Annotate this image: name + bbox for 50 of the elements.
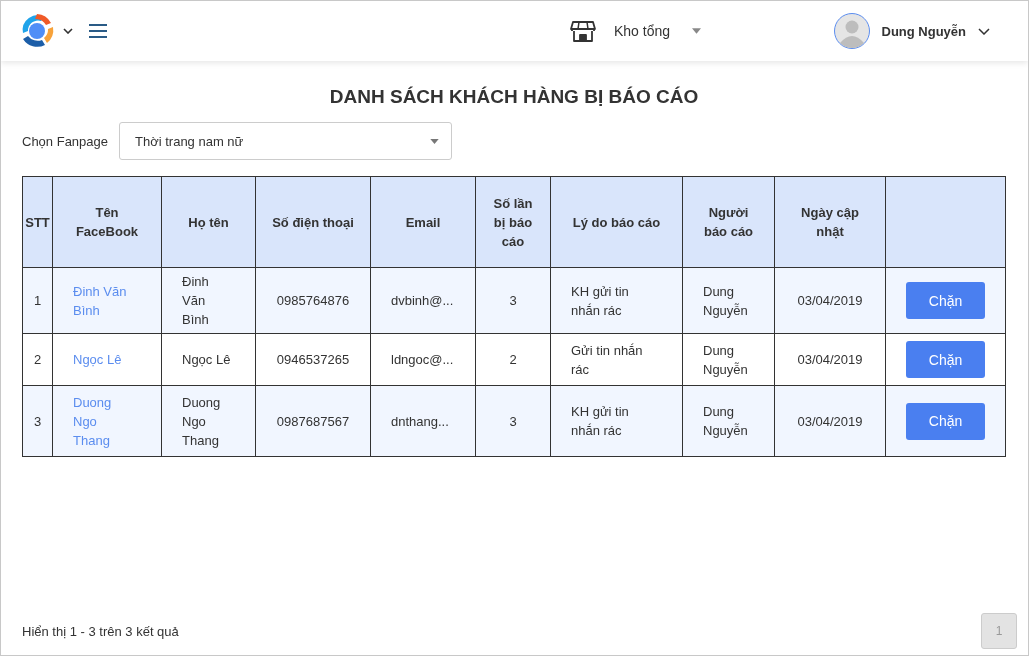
full-name: Đinh Văn Bình bbox=[182, 273, 210, 329]
full-name: Duong Ngo Thang bbox=[182, 393, 222, 450]
column-header: Người báo cáo bbox=[682, 176, 775, 268]
report-count: 3 bbox=[508, 292, 518, 310]
full-name: Ngọc Lê bbox=[182, 351, 231, 369]
updated-date: 03/04/2019 bbox=[796, 412, 864, 431]
column-header: Email bbox=[370, 176, 476, 268]
row-number: 2 bbox=[32, 351, 43, 369]
dropdown-caret-icon[interactable] bbox=[692, 28, 702, 34]
store-icon bbox=[570, 20, 596, 42]
updated-date: 03/04/2019 bbox=[796, 292, 864, 310]
column-header: Ngày cập nhật bbox=[774, 176, 886, 268]
row-number: 3 bbox=[32, 412, 43, 431]
column-header: Số lần bị báo cáo bbox=[475, 176, 551, 268]
column-header: Lý do báo cáo bbox=[550, 176, 683, 268]
block-button[interactable]: Chặn bbox=[906, 282, 985, 319]
report-reason: KH gửi tin nhắn rác bbox=[571, 403, 630, 440]
user-name[interactable]: Dung Nguyễn bbox=[881, 23, 966, 39]
column-header: Họ tên bbox=[161, 176, 256, 268]
fanpage-label: Chọn Fanpage bbox=[22, 133, 108, 149]
results-summary: Hiển thị 1 - 3 trên 3 kết quả bbox=[22, 623, 179, 639]
block-button[interactable]: Chặn bbox=[906, 341, 985, 378]
reporter-name: Dung Nguyễn bbox=[703, 341, 749, 379]
page-title: DANH SÁCH KHÁCH HÀNG BỊ BÁO CÁO bbox=[328, 86, 700, 108]
updated-date: 03/04/2019 bbox=[796, 351, 864, 369]
fanpage-select[interactable]: Thời trang nam nữ bbox=[119, 122, 452, 160]
block-button[interactable]: Chặn bbox=[906, 402, 985, 440]
reporter-name: Dung Nguyễn bbox=[703, 403, 749, 440]
email: ldngoc@... bbox=[391, 351, 451, 369]
chevron-down-icon[interactable] bbox=[63, 28, 73, 34]
phone-number: 0946537265 bbox=[275, 351, 351, 369]
store-selector[interactable]: Kho tổng bbox=[614, 23, 671, 39]
reporter-name: Dung Nguyễn bbox=[703, 282, 749, 320]
row-number: 1 bbox=[32, 292, 43, 310]
phone-number: 0985764876 bbox=[275, 292, 351, 310]
column-header: Tên FaceBook bbox=[52, 176, 162, 268]
phone-number: 0987687567 bbox=[275, 412, 351, 431]
page-button[interactable]: 1 bbox=[981, 613, 1017, 649]
avatar-icon bbox=[833, 13, 870, 49]
column-header: STT bbox=[22, 176, 53, 268]
column-header: Số điện thoại bbox=[255, 176, 371, 268]
dropdown-caret-icon bbox=[430, 138, 439, 144]
menu-icon[interactable] bbox=[89, 24, 107, 38]
chevron-down-icon[interactable] bbox=[978, 27, 990, 35]
email: dnthang... bbox=[391, 412, 450, 431]
email: dvbinh@... bbox=[391, 292, 451, 310]
report-count: 2 bbox=[508, 351, 518, 369]
report-reason: Gửi tin nhắn rác bbox=[571, 341, 644, 379]
report-count: 3 bbox=[508, 412, 518, 431]
report-reason: KH gửi tin nhắn rác bbox=[571, 282, 630, 320]
